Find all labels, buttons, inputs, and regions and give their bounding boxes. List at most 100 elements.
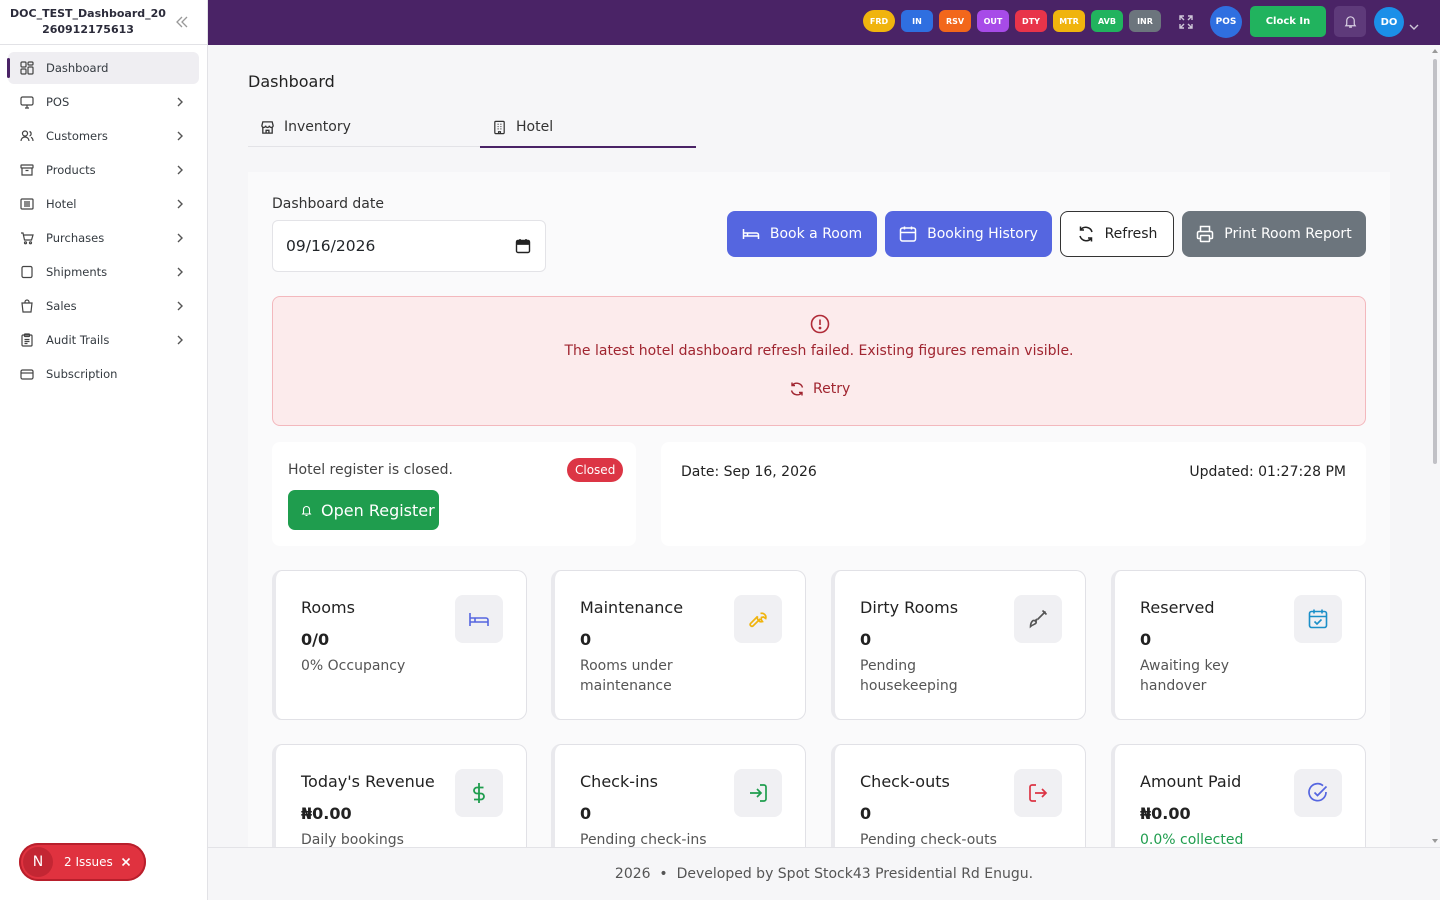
clipboard-icon [20, 333, 34, 347]
sidebar-item-dashboard[interactable]: Dashboard [7, 52, 199, 84]
dollar-icon [455, 769, 503, 817]
notifications-button[interactable] [1334, 6, 1366, 37]
printer-icon [1196, 225, 1214, 243]
calendar-icon[interactable] [515, 238, 531, 254]
status-badge-inr[interactable]: INR [1129, 10, 1161, 32]
bed-icon [742, 225, 760, 243]
chevron-right-icon [175, 131, 185, 141]
date-value: 09/16/2026 [286, 237, 376, 255]
retry-button[interactable]: Retry [789, 381, 850, 397]
sidebar-item-label: Dashboard [46, 61, 109, 75]
sidebar-item-products[interactable]: Products [8, 154, 199, 186]
sidebar: DOC_TEST_Dashboard_20260912175613 Dashbo… [0, 0, 208, 900]
check-circle-icon [1294, 769, 1342, 817]
sidebar-item-label: Subscription [46, 367, 118, 381]
main-scrollbar[interactable] [1430, 45, 1440, 847]
chevron-right-icon [175, 267, 185, 277]
sidebar-item-label: Audit Trails [46, 333, 110, 347]
brand: DOC_TEST_Dashboard_20260912175613 [0, 0, 207, 45]
footer: 2026 • Developed by Spot Stock43 Preside… [208, 847, 1440, 900]
sidebar-item-subscription[interactable]: Subscription [8, 358, 199, 390]
collapse-sidebar-icon[interactable] [175, 14, 189, 30]
sidebar-item-label: Purchases [46, 231, 105, 245]
chevron-down-icon[interactable] [1409, 17, 1419, 30]
status-badge-dty[interactable]: DTY [1015, 10, 1047, 32]
users-icon [20, 129, 34, 143]
scroll-down-arrow-icon[interactable] [1432, 839, 1438, 843]
chevron-right-icon [175, 301, 185, 311]
status-badge-frd[interactable]: FRD [863, 10, 895, 32]
print-room-report-button[interactable]: Print Room Report [1182, 211, 1366, 257]
stat-card-check-outs: Check-outs 0 Pending check-outs [831, 744, 1086, 847]
hotel-dashboard-panel: Dashboard date 09/16/2026 Book a Room Bo… [248, 172, 1390, 847]
stat-card-reserved: Reserved 0 Awaiting key handover [1111, 570, 1366, 720]
book-room-button[interactable]: Book a Room [727, 211, 877, 257]
register-status-text: Hotel register is closed. [288, 462, 454, 478]
login-icon [734, 769, 782, 817]
wrench-icon [734, 595, 782, 643]
stat-value: 0 [860, 804, 872, 823]
issues-initial: N [23, 847, 53, 877]
fullscreen-icon[interactable] [1178, 14, 1194, 30]
bell-icon [1343, 14, 1358, 29]
tab-inventory[interactable]: Inventory [248, 107, 480, 147]
card-icon [20, 367, 34, 381]
stat-title: Rooms [301, 598, 355, 617]
tab-label: Inventory [284, 119, 351, 135]
clock-in-button[interactable]: Clock In [1250, 6, 1326, 37]
stat-title: Check-ins [580, 772, 658, 791]
dashboard-tabs: Inventory Hotel [248, 107, 696, 148]
sidebar-item-sales[interactable]: Sales [8, 290, 199, 322]
status-badge-out[interactable]: OUT [977, 10, 1009, 32]
bed-icon [455, 595, 503, 643]
close-icon[interactable] [121, 857, 131, 867]
bell-icon [301, 505, 312, 516]
stat-subtitle: 0.0% collected [1140, 832, 1244, 847]
booking-history-button[interactable]: Booking History [885, 211, 1052, 257]
tab-hotel[interactable]: Hotel [480, 107, 696, 148]
button-label: Print Room Report [1224, 226, 1352, 242]
status-badge-rsv[interactable]: RSV [939, 10, 971, 32]
chevron-right-icon [175, 165, 185, 175]
sidebar-item-hotel[interactable]: Hotel [8, 188, 199, 220]
sidebar-item-purchases[interactable]: Purchases [8, 222, 199, 254]
sidebar-nav: Dashboard POS Customers Products Hotel P… [0, 45, 207, 390]
stat-value: ₦0.00 [1140, 804, 1191, 823]
stat-title: Amount Paid [1140, 772, 1242, 791]
stat-value: 0 [580, 804, 592, 823]
store-icon [260, 120, 275, 135]
dashboard-date-input[interactable]: 09/16/2026 [272, 220, 546, 272]
scroll-thumb[interactable] [1433, 59, 1437, 464]
refresh-button[interactable]: Refresh [1060, 211, 1174, 257]
sidebar-item-label: Shipments [46, 265, 108, 279]
sidebar-item-pos[interactable]: POS [8, 86, 199, 118]
issues-badge[interactable]: N 2 Issues [19, 843, 146, 881]
status-badge-avb[interactable]: AVB [1091, 10, 1123, 32]
alert-circle-icon [810, 314, 830, 334]
sidebar-item-audit-trails[interactable]: Audit Trails [8, 324, 199, 356]
pos-button[interactable]: POS [1210, 6, 1242, 38]
stat-card-check-ins: Check-ins 0 Pending check-ins [551, 744, 806, 847]
issues-label: 2 Issues [64, 855, 113, 869]
tab-label: Hotel [516, 119, 554, 135]
cart-icon [20, 231, 34, 245]
sidebar-item-shipments[interactable]: Shipments [8, 256, 199, 288]
stat-title: Dirty Rooms [860, 598, 959, 617]
shipment-icon [20, 265, 34, 279]
alert-message: The latest hotel dashboard refresh faile… [564, 343, 1074, 359]
sidebar-item-customers[interactable]: Customers [8, 120, 199, 152]
scroll-up-arrow-icon[interactable] [1432, 49, 1438, 53]
brand-name: DOC_TEST_Dashboard_20260912175613 [10, 7, 166, 36]
stat-subtitle: Awaiting key handover [1140, 658, 1230, 694]
status-badge-mtr[interactable]: MTR [1053, 10, 1085, 32]
calendar-check-icon [1294, 595, 1342, 643]
status-badge-in[interactable]: IN [901, 10, 933, 32]
box-icon [20, 163, 34, 177]
stat-subtitle: Pending check-outs [860, 832, 997, 847]
page-title: Dashboard [248, 72, 335, 91]
date-info-card: Date: Sep 16, 2026 Updated: 01:27:28 PM [661, 442, 1366, 546]
open-register-button[interactable]: Open Register [288, 490, 439, 530]
stat-title: Check-outs [860, 772, 950, 791]
button-label: Book a Room [769, 226, 863, 242]
user-avatar[interactable]: DO [1374, 7, 1404, 37]
